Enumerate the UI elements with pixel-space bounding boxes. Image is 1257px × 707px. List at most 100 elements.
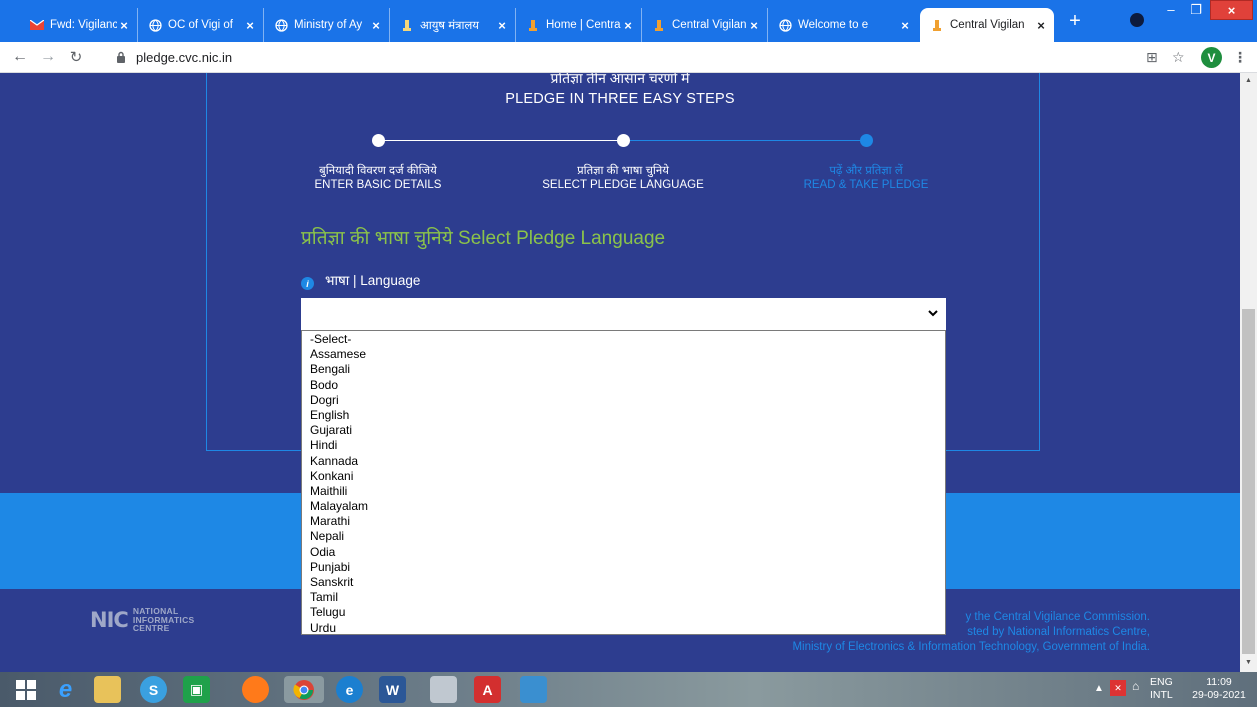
address-bar: ← → ↻ pledge.cvc.nic.in ⊞ ☆ V ⋮ — [0, 42, 1257, 73]
step-1-label: बुनियादी विवरण दर्ज कीजिये ENTER BASIC D… — [314, 165, 442, 191]
heading-hindi: प्रतिज्ञा तीन आसान चरणों में — [550, 73, 690, 86]
close-tab-icon[interactable]: × — [117, 18, 131, 33]
step-1-dot — [372, 134, 385, 147]
scroll-up-arrow-icon[interactable]: ▲ — [1240, 77, 1257, 84]
nic-logo: NIC NATIONAL INFORMATICS CENTRE — [90, 606, 195, 633]
clock[interactable]: 11:09 29-09-2021 — [1188, 676, 1250, 702]
heading-english: PLEDGE IN THREE EASY STEPS — [505, 91, 735, 107]
info-icon[interactable]: i — [301, 277, 314, 290]
dropdown-option[interactable]: English — [310, 408, 945, 423]
step-3-label: पढ़ें और प्रतिज्ञा लें READ & TAKE PLEDG… — [803, 165, 929, 191]
globe-icon — [778, 18, 792, 32]
section-title: प्रतिज्ञा की भाषा चुनिये Select Pledge L… — [301, 228, 666, 249]
internet-explorer-icon[interactable]: e — [52, 676, 79, 703]
dropdown-option[interactable]: Hindi — [310, 438, 945, 453]
scroll-down-arrow-icon[interactable]: ▼ — [1240, 659, 1257, 666]
globe-icon — [148, 18, 162, 32]
dropdown-option[interactable]: Bengali — [310, 362, 945, 377]
menu-kebab-icon[interactable]: ⋮ — [1233, 49, 1247, 66]
photos-icon[interactable] — [520, 676, 547, 703]
back-arrow-icon[interactable]: ← — [10, 48, 30, 66]
page-content: प्रतिज्ञा तीन आसान चरणों में PLEDGE IN T… — [0, 73, 1240, 672]
dropdown-option[interactable]: Sanskrit — [310, 575, 945, 590]
emblem-icon — [526, 18, 540, 32]
translate-icon[interactable]: ⊞ — [1146, 49, 1158, 66]
dropdown-option[interactable]: Urdu — [310, 621, 945, 636]
network-app-icon[interactable] — [430, 676, 457, 703]
step-connector-pending — [623, 140, 866, 141]
dropdown-option[interactable]: Odia — [310, 545, 945, 560]
browser-tab-4[interactable]: आयुष मंत्रालय × — [390, 8, 516, 42]
edge-icon[interactable]: e — [336, 676, 363, 703]
page-scrollbar[interactable]: ▲ ▼ — [1240, 73, 1257, 672]
browser-tab-6[interactable]: Central Vigilan × — [642, 8, 768, 42]
url-text[interactable]: pledge.cvc.nic.in — [136, 50, 232, 65]
browser-tab-1[interactable]: Fwd: Vigilance × — [20, 8, 138, 42]
emblem-icon — [652, 18, 666, 32]
dropdown-option[interactable]: Marathi — [310, 514, 945, 529]
close-tab-icon[interactable]: × — [1034, 18, 1048, 33]
restore-icon[interactable]: ❐ — [1186, 2, 1206, 18]
lock-icon[interactable] — [116, 51, 126, 63]
close-tab-icon[interactable]: × — [495, 18, 509, 33]
browser-tab-7[interactable]: Welcome to e × — [768, 8, 918, 42]
dropdown-option[interactable]: Kannada — [310, 454, 945, 469]
dropdown-option[interactable]: Telugu — [310, 605, 945, 620]
input-language[interactable]: ENG INTL — [1150, 676, 1173, 702]
windows-start-icon[interactable] — [12, 676, 39, 703]
emblem-icon — [930, 18, 944, 32]
forward-arrow-icon[interactable]: → — [38, 48, 58, 66]
browser-tab-5[interactable]: Home | Centra × — [516, 8, 642, 42]
dropdown-option[interactable]: Maithili — [310, 484, 945, 499]
dropdown-option[interactable]: Punjabi — [310, 560, 945, 575]
action-center-flag-icon[interactable]: ✕ — [1110, 680, 1126, 696]
tab-search-icon[interactable] — [1130, 13, 1144, 27]
close-window-icon[interactable]: × — [1210, 0, 1253, 20]
dropdown-option[interactable]: Tamil — [310, 590, 945, 605]
dropdown-option[interactable]: Bodo — [310, 378, 945, 393]
bookmark-star-icon[interactable]: ☆ — [1172, 49, 1185, 66]
chrome-icon[interactable] — [284, 676, 324, 703]
language-label: भाषा | Language — [325, 273, 421, 288]
word-icon[interactable]: W — [379, 676, 406, 703]
profile-avatar[interactable]: V — [1201, 47, 1222, 68]
firefox-icon[interactable] — [242, 676, 269, 703]
dropdown-option[interactable]: Nepali — [310, 529, 945, 544]
emblem-icon — [400, 18, 414, 32]
step-3-dot — [860, 134, 873, 147]
new-tab-button[interactable]: + — [1063, 10, 1087, 33]
step-2-label: प्रतिज्ञा की भाषा चुनिये SELECT PLEDGE L… — [542, 165, 704, 191]
close-tab-icon[interactable]: × — [369, 18, 383, 33]
skype-icon[interactable]: S — [140, 676, 167, 703]
footer-credit-line-3: Ministry of Electronics & Information Te… — [792, 641, 1150, 653]
dropdown-option[interactable]: Malayalam — [310, 499, 945, 514]
close-tab-icon[interactable]: × — [747, 18, 761, 33]
dropdown-option[interactable]: Assamese — [310, 347, 945, 362]
dropdown-option[interactable]: Konkani — [310, 469, 945, 484]
minimize-icon[interactable]: – — [1158, 2, 1184, 17]
network-icon[interactable]: ⌂ — [1132, 680, 1139, 693]
browser-tab-3[interactable]: Ministry of Ay × — [264, 8, 390, 42]
language-select[interactable] — [301, 298, 946, 330]
dropdown-option[interactable]: -Select- — [310, 332, 945, 347]
step-2-dot — [617, 134, 630, 147]
chevron-down-icon — [928, 310, 938, 317]
reload-icon[interactable]: ↻ — [66, 48, 86, 66]
file-explorer-icon[interactable] — [94, 676, 121, 703]
footer-credit-line-1: y the Central Vigilance Commission. — [965, 611, 1150, 623]
show-hidden-icons[interactable]: ▲ — [1094, 682, 1104, 695]
store-icon[interactable]: ▣ — [183, 676, 210, 703]
step-connector-complete — [378, 140, 623, 141]
dropdown-option[interactable]: Dogri — [310, 393, 945, 408]
scrollbar-thumb[interactable] — [1242, 309, 1255, 654]
browser-tab-active[interactable]: Central Vigilan × — [920, 8, 1054, 42]
browser-tab-2[interactable]: OC of Vigi of × — [138, 8, 264, 42]
close-tab-icon[interactable]: × — [621, 18, 635, 33]
dropdown-option[interactable]: Gujarati — [310, 423, 945, 438]
acrobat-icon[interactable]: A — [474, 676, 501, 703]
language-dropdown-list[interactable]: -Select- Assamese Bengali Bodo Dogri Eng… — [301, 330, 946, 635]
close-tab-icon[interactable]: × — [243, 18, 257, 33]
close-tab-icon[interactable]: × — [898, 18, 912, 33]
footer-credit-line-2: sted by National Informatics Centre, — [967, 626, 1150, 638]
gmail-icon — [30, 18, 44, 32]
